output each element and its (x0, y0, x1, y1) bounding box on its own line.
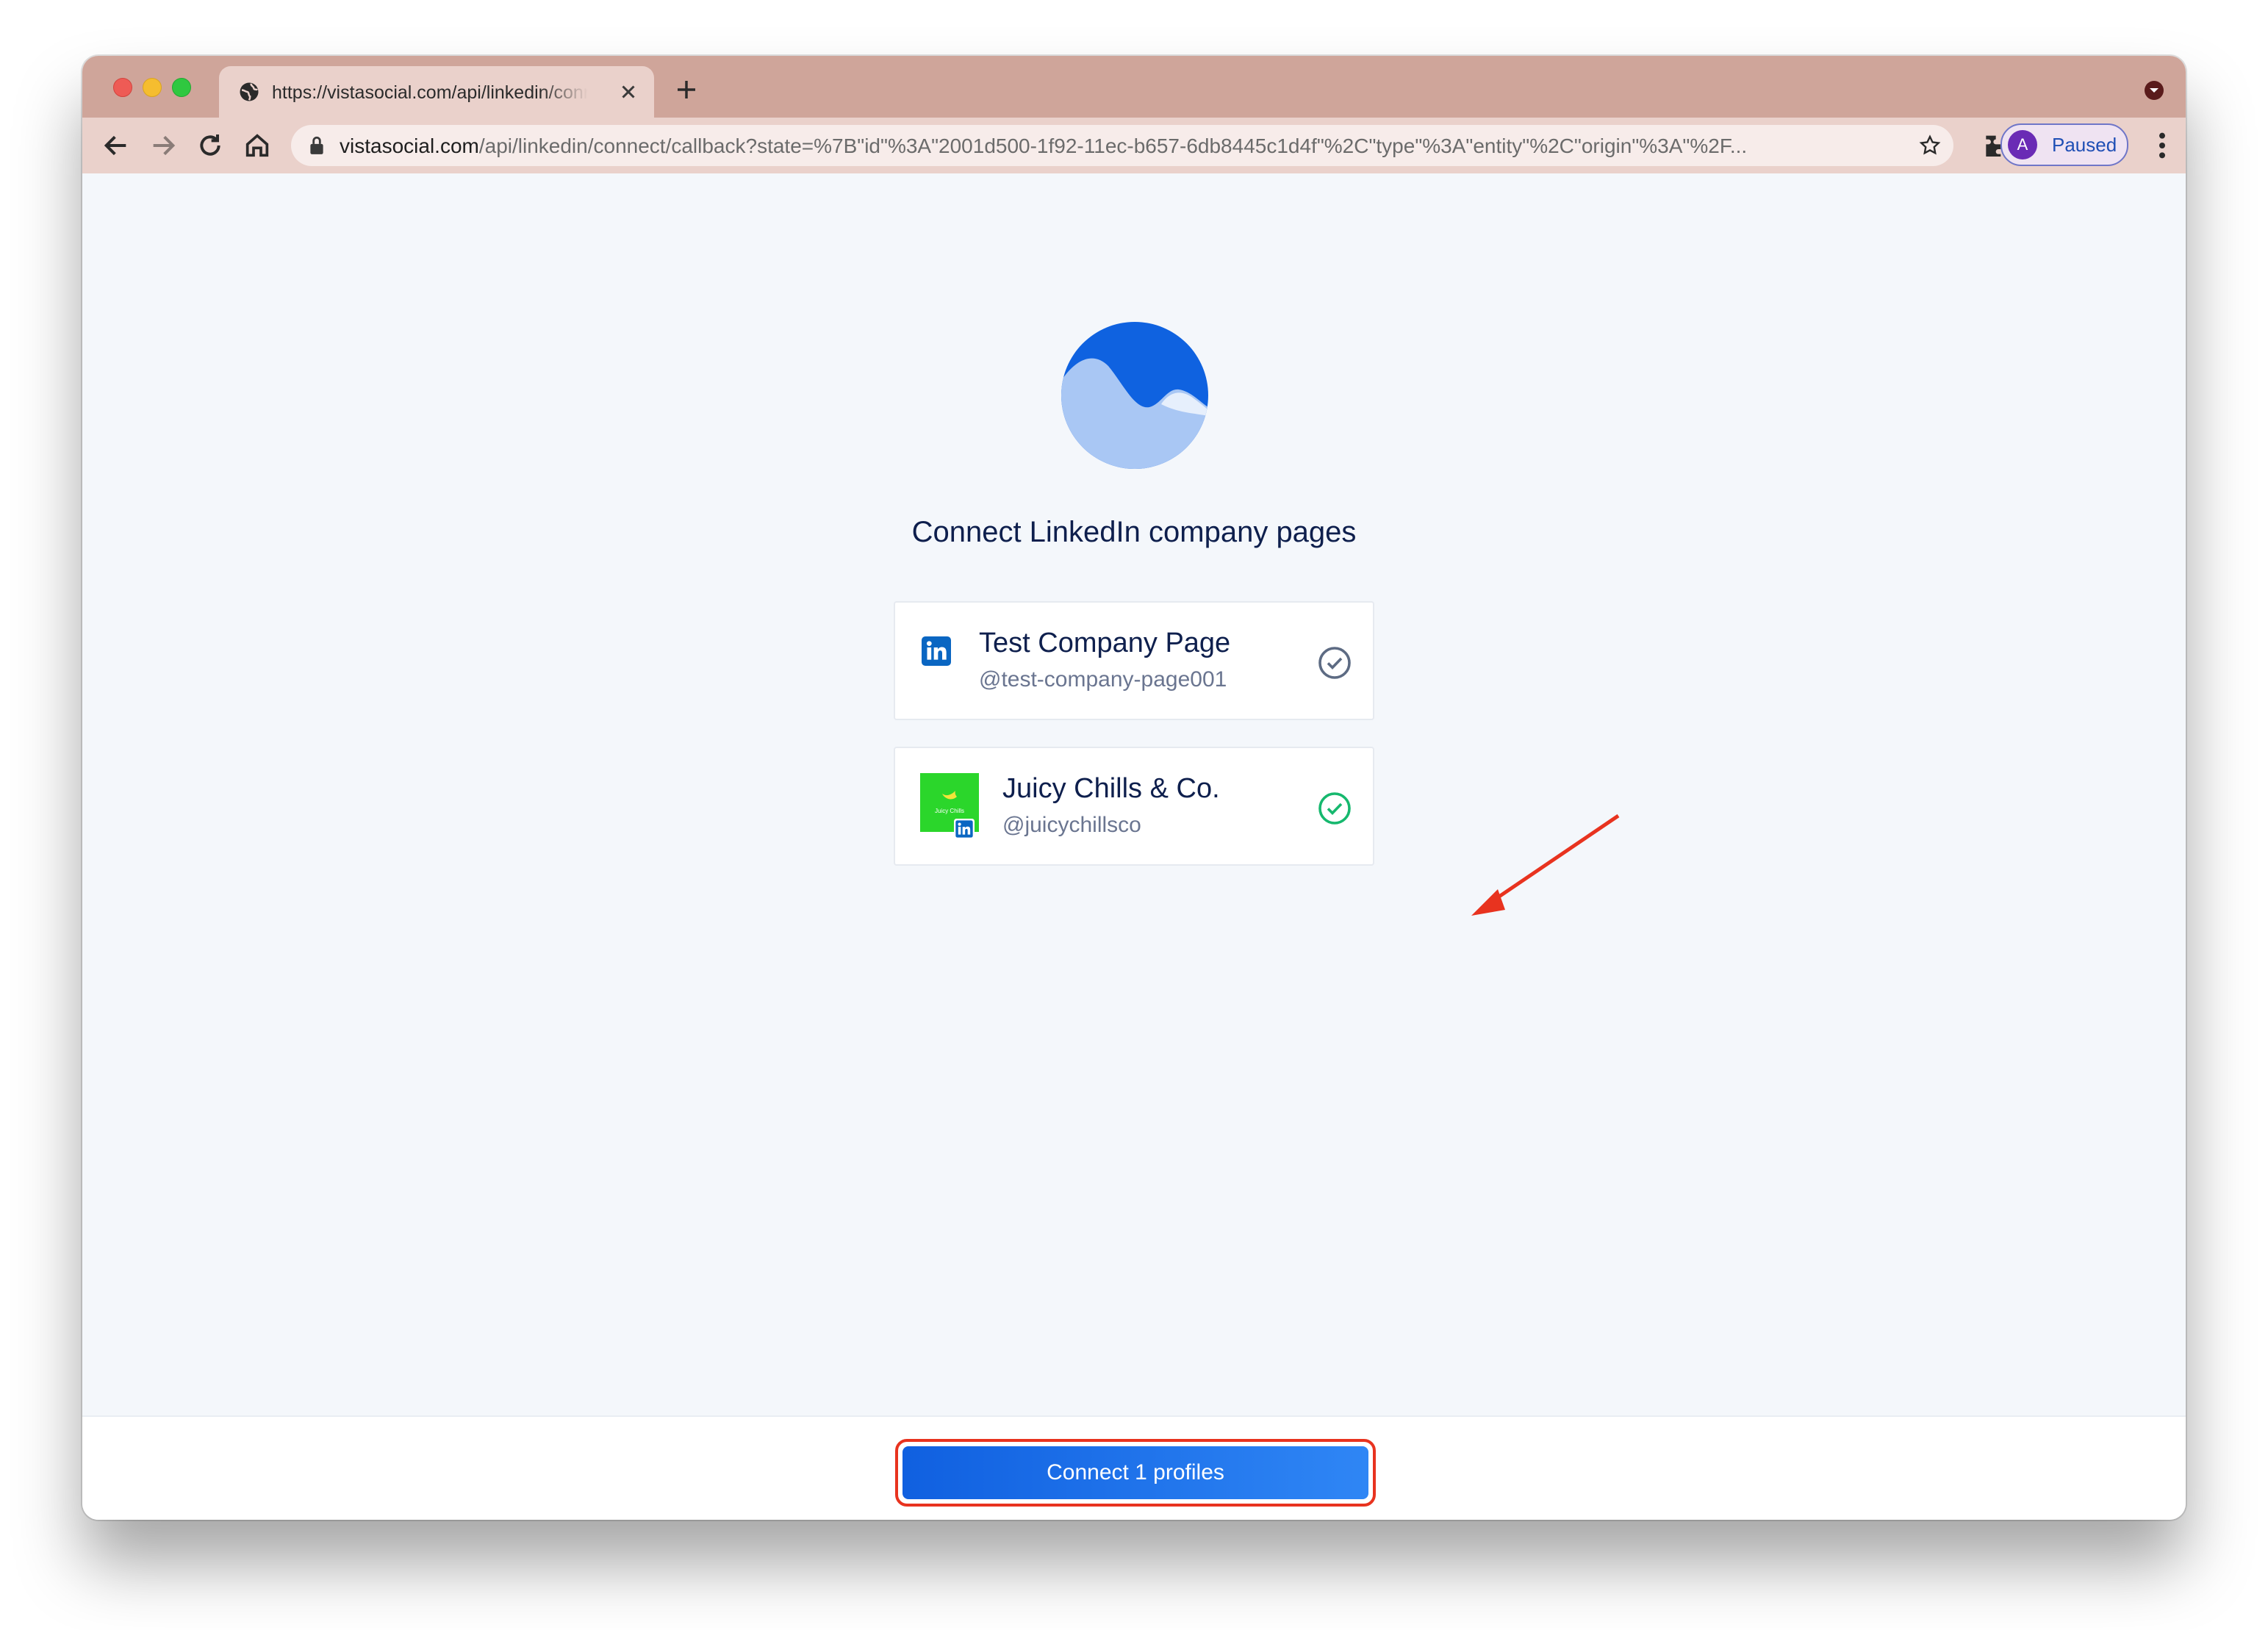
home-icon[interactable] (243, 131, 272, 160)
avatar: A (2008, 130, 2037, 159)
url-text[interactable]: vistasocial.com/api/linkedin/connect/cal… (340, 134, 1912, 158)
page-title: Connect LinkedIn company pages (911, 516, 1357, 548)
profile-handle: @juicychillsco (1002, 813, 1141, 837)
url-host: vistasocial.com (340, 134, 479, 157)
lock-icon[interactable] (307, 135, 326, 156)
profile-button[interactable]: A Paused (2000, 123, 2128, 166)
address-bar[interactable]: vistasocial.com/api/linkedin/connect/cal… (291, 125, 1953, 166)
zoom-window-button[interactable] (172, 78, 191, 97)
minimize-window-button[interactable] (143, 78, 162, 97)
kebab-icon[interactable] (2155, 131, 2170, 160)
browser-tab[interactable]: https://vistasocial.com/api/linkedin/con… (219, 66, 654, 118)
tab-search-button[interactable] (2145, 81, 2164, 100)
back-icon[interactable] (101, 131, 131, 160)
url-path: /api/linkedin/connect/callback?state=%7B… (478, 134, 1748, 157)
profile-status: Paused (2052, 133, 2117, 156)
profile-name: Juicy Chills & Co. (1002, 773, 1220, 804)
tab-title: https://vistasocial.com/api/linkedin/con… (272, 82, 588, 103)
globe-icon (240, 82, 259, 101)
check-circle-icon[interactable] (1317, 791, 1352, 826)
vista-social-logo (1061, 322, 1208, 469)
connect-profiles-button[interactable]: Connect 1 profiles (902, 1446, 1368, 1499)
arrow-annotation (1471, 814, 1620, 916)
chevron-down-icon (2150, 88, 2158, 93)
profile-handle: @test-company-page001 (979, 667, 1227, 692)
linkedin-icon (954, 819, 975, 839)
reload-icon[interactable] (195, 131, 225, 160)
page-content: Connect LinkedIn company pages Test Comp… (82, 173, 2186, 1415)
browser-window: https://vistasocial.com/api/linkedin/con… (82, 56, 2186, 1520)
profile-card[interactable]: Juicy Chills Juicy Chills & Co. @juicych… (894, 747, 1374, 866)
star-icon[interactable] (1918, 134, 1942, 157)
browser-toolbar: vistasocial.com/api/linkedin/connect/cal… (82, 118, 2186, 175)
close-window-button[interactable] (113, 78, 132, 97)
profile-card[interactable]: Test Company Page @test-company-page001 (894, 601, 1374, 720)
plus-icon[interactable] (675, 78, 698, 101)
forward-icon[interactable] (148, 131, 178, 160)
linkedin-icon (922, 636, 951, 666)
footer-bar: Connect 1 profiles (82, 1415, 2186, 1520)
thumb-text: Juicy Chills (935, 808, 964, 814)
profile-name: Test Company Page (979, 628, 1231, 658)
tab-bar: https://vistasocial.com/api/linkedin/con… (82, 56, 2186, 118)
close-icon[interactable] (617, 81, 639, 103)
check-circle-icon[interactable] (1317, 645, 1352, 681)
lemon-icon (942, 791, 957, 800)
